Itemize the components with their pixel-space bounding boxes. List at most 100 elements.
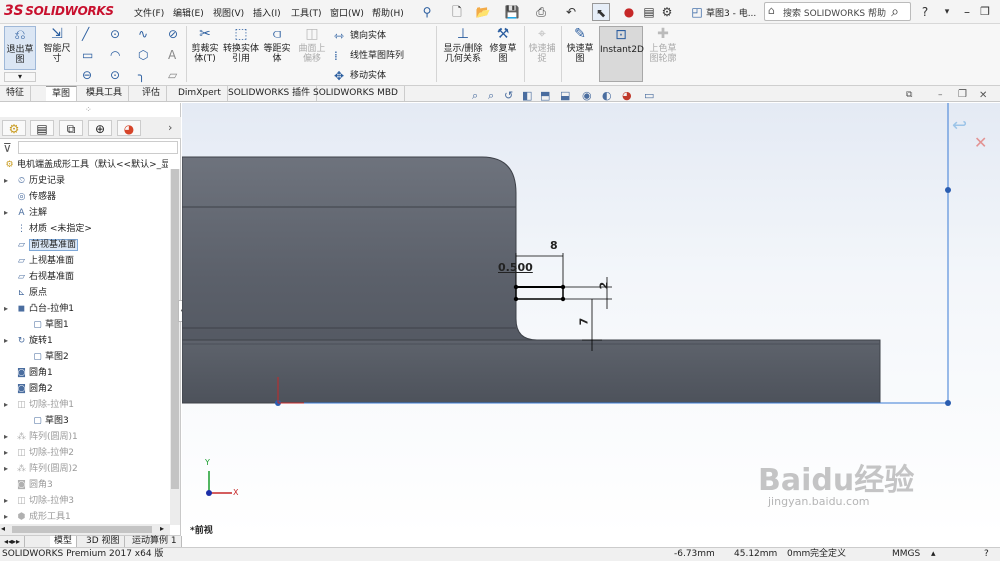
dimension-offset[interactable]: 0.500 bbox=[498, 261, 533, 274]
tree-horizontal-scrollbar[interactable]: ◂ ▸ bbox=[0, 524, 170, 535]
tab-motion-study[interactable]: 运动算例 1 bbox=[128, 536, 182, 547]
tree-item[interactable]: ◙ 圆角2 bbox=[4, 381, 170, 397]
instant2d-button[interactable]: ⊡ Instant2D bbox=[599, 26, 644, 82]
minimize-window-icon[interactable]: – bbox=[958, 3, 976, 21]
filter-input[interactable] bbox=[18, 141, 178, 154]
mirror-entities-button[interactable]: 镜向实体 bbox=[350, 31, 386, 41]
tree-item[interactable]: ▱ 右视基准面 bbox=[4, 269, 170, 285]
tree-item[interactable]: ◎ 传感器 bbox=[4, 189, 170, 205]
expand-arrow-icon[interactable]: ▸ bbox=[4, 445, 14, 461]
tree-item[interactable]: ▸ ⏲ 历史记录 bbox=[4, 173, 170, 189]
spline-icon[interactable]: ∿ bbox=[138, 27, 148, 41]
tree-item[interactable]: ▱ 上视基准面 bbox=[4, 253, 170, 269]
unit-system[interactable]: MMGS bbox=[892, 548, 920, 561]
offset-on-surface-button[interactable]: ◫ 曲面上偏移 bbox=[295, 26, 329, 64]
tab-solidworks-mbd[interactable]: SOLIDWORKS MBD bbox=[307, 86, 405, 101]
tab-features[interactable]: 特征 bbox=[0, 86, 32, 101]
repair-sketch-button[interactable]: ⚒ 修复草图 bbox=[488, 26, 518, 64]
tree-item[interactable]: ⊾ 原点 bbox=[4, 285, 170, 301]
scroll-thumb[interactable] bbox=[12, 526, 152, 533]
arc-icon[interactable]: ◠ bbox=[110, 48, 120, 62]
menu-tools[interactable]: 工具(T) bbox=[291, 6, 322, 19]
tree-item[interactable]: ▸ ↻ 旋转1 bbox=[4, 333, 170, 349]
offset-entities-button[interactable]: ⫏ 等距实体 bbox=[261, 26, 293, 64]
expand-arrow-icon[interactable]: ▸ bbox=[4, 173, 14, 189]
options-gear-icon[interactable]: ⚙ bbox=[658, 3, 676, 21]
search-input[interactable]: 搜索 SOLIDWORKS 帮助 bbox=[783, 6, 886, 19]
convert-entities-button[interactable]: ⬚ 转换实体引用 bbox=[223, 26, 259, 64]
graphics-viewport[interactable]: ⌕ ⌕ ↺ ◧ ⬒ ⬓ ◉ ◐ ◕ ▭ ⧉ – ❐ ✕ 8 0.500 2 7 … bbox=[182, 89, 1000, 536]
select-icon[interactable]: ⬉ bbox=[592, 3, 610, 21]
restore-window-icon[interactable]: ❐ bbox=[976, 3, 994, 21]
tree-item[interactable]: ▸ ◫ 切除-拉伸3 bbox=[4, 493, 170, 509]
viewport-close-icon[interactable]: ✕ bbox=[979, 90, 987, 101]
expand-arrow-icon[interactable]: ▸ bbox=[4, 461, 14, 477]
linear-pattern-icon[interactable]: ⁞ bbox=[334, 49, 338, 63]
tree-item[interactable]: ▱ 前视基准面 bbox=[4, 237, 170, 253]
property-manager-icon[interactable]: ▤ bbox=[30, 120, 54, 136]
display-style-icon[interactable]: ⬓ bbox=[560, 89, 570, 102]
tree-item[interactable]: ⋮ 材质 <未指定> bbox=[4, 221, 170, 237]
display-manager-icon[interactable]: ◕ bbox=[117, 120, 141, 136]
tab-solidworks-addins[interactable]: SOLIDWORKS 插件 bbox=[222, 86, 318, 101]
tree-item[interactable]: ◙ 圆角3 bbox=[4, 477, 170, 493]
scroll-right-icon[interactable]: ▸ bbox=[160, 524, 164, 533]
pin-icon[interactable]: ⚲ bbox=[418, 3, 436, 21]
menu-help[interactable]: 帮助(H) bbox=[372, 6, 404, 19]
rapid-sketch-button[interactable]: ✎ 快速草图 bbox=[564, 26, 596, 64]
print-icon[interactable]: ⎙ bbox=[532, 3, 550, 21]
tree-item[interactable]: ▸ ◫ 切除-拉伸1 bbox=[4, 397, 170, 413]
move-entities-button[interactable]: 移动实体 bbox=[350, 71, 386, 81]
zoom-area-icon[interactable]: ⌕ bbox=[488, 89, 494, 103]
fillet-sketch-icon[interactable]: ╮ bbox=[138, 68, 145, 82]
expand-arrow-icon[interactable]: ▸ bbox=[4, 397, 14, 413]
panel-splitter[interactable]: ⁘ bbox=[85, 105, 92, 114]
linear-pattern-button[interactable]: 线性草图阵列 bbox=[350, 51, 404, 61]
chevron-right-icon[interactable]: › bbox=[168, 121, 172, 134]
unit-menu-icon[interactable]: ▴ bbox=[931, 548, 936, 561]
dimension-width[interactable]: 8 bbox=[550, 239, 558, 252]
expand-arrow-icon[interactable]: ▸ bbox=[4, 493, 14, 509]
centerline-icon[interactable]: ⊘ bbox=[168, 27, 178, 41]
slot-icon[interactable]: ⊖ bbox=[82, 68, 92, 82]
view-settings-icon[interactable]: ▭ bbox=[644, 89, 654, 102]
menu-edit[interactable]: 编辑(E) bbox=[173, 6, 204, 19]
solidworks-logo[interactable]: 3S SOLIDWORKS bbox=[4, 3, 114, 19]
circle-icon[interactable]: ⊙ bbox=[110, 27, 120, 41]
scene-icon[interactable]: ◕ bbox=[622, 89, 632, 102]
dimension-depth[interactable]: 7 bbox=[577, 318, 590, 326]
rectangle-icon[interactable]: ▭ bbox=[82, 48, 93, 62]
view-orientation-icon[interactable]: ⬒ bbox=[540, 89, 550, 102]
tab-dimxpert[interactable]: DimXpert bbox=[172, 86, 228, 101]
tree-item[interactable]: ▸ ⬢ 成形工具1 bbox=[4, 509, 170, 525]
file-properties-icon[interactable]: ▤ bbox=[640, 3, 658, 21]
expand-arrow-icon[interactable]: ▸ bbox=[4, 205, 14, 221]
menu-insert[interactable]: 插入(I) bbox=[253, 6, 281, 19]
dimension-height[interactable]: 2 bbox=[597, 282, 610, 290]
polygon-icon[interactable]: ⬡ bbox=[138, 48, 148, 62]
viewport-maximize-icon[interactable]: ❐ bbox=[958, 89, 967, 100]
tab-sketch[interactable]: 草图 bbox=[46, 86, 78, 101]
tree-item[interactable]: ▸ ⁂ 阵列(圆周)1 bbox=[4, 429, 170, 445]
move-icon[interactable]: ✥ bbox=[334, 69, 344, 83]
point-icon[interactable]: ⊙ bbox=[110, 68, 120, 82]
section-view-icon[interactable]: ◧ bbox=[522, 89, 532, 102]
mirror-icon[interactable]: ⇿ bbox=[334, 29, 344, 43]
open-icon[interactable]: 📂 bbox=[474, 3, 492, 21]
chevron-down-icon[interactable]: ▾ bbox=[938, 3, 956, 21]
shaded-sketch-contours-button[interactable]: ✚ 上色草图轮廓 bbox=[646, 26, 680, 64]
status-help-icon[interactable]: ? bbox=[984, 548, 989, 561]
window-icon[interactable]: ◰ bbox=[688, 3, 706, 21]
quick-snaps-button[interactable]: ⌖ 快速捕捉 bbox=[527, 26, 557, 64]
search-menu-icon[interactable]: ⌂ bbox=[768, 4, 775, 17]
confirm-corner-cancel-icon[interactable]: ✕ bbox=[974, 133, 987, 152]
expand-arrow-icon[interactable]: ▸ bbox=[4, 333, 14, 349]
zoom-to-fit-icon[interactable]: ⌕ bbox=[472, 89, 478, 103]
search-icon[interactable]: ⌕ bbox=[886, 3, 904, 21]
menu-window[interactable]: 窗口(W) bbox=[330, 6, 364, 19]
tab-mold-tools[interactable]: 模具工具 bbox=[80, 86, 130, 101]
smart-dimension-button[interactable]: ⇲ 智能尺寸 bbox=[40, 26, 74, 64]
tree-item[interactable]: ▸ ◫ 切除-拉伸2 bbox=[4, 445, 170, 461]
tab-3d-views[interactable]: 3D 视图 bbox=[82, 536, 125, 547]
tree-item[interactable]: ▢ 草图2 bbox=[20, 349, 186, 365]
